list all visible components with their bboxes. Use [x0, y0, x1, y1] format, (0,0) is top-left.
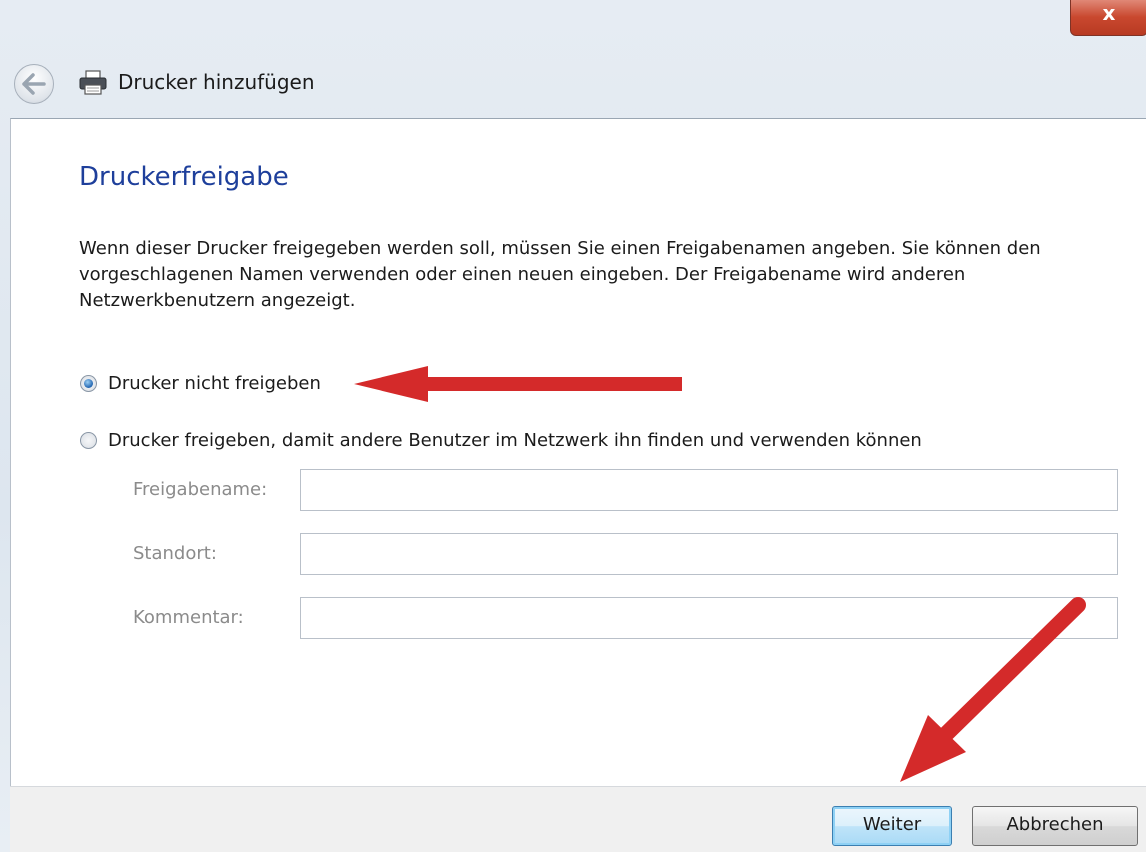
option-share-label: Drucker freigeben, damit andere Benutzer…: [108, 430, 922, 451]
next-button[interactable]: Weiter: [832, 806, 952, 846]
wizard-content-panel: [10, 118, 1146, 787]
back-arrow-icon: [22, 73, 46, 95]
comment-label: Kommentar:: [133, 607, 244, 628]
share-name-label: Freigabename:: [133, 479, 268, 500]
radio-no-share[interactable]: [80, 375, 97, 392]
back-button[interactable]: [14, 64, 54, 104]
option-share[interactable]: Drucker freigeben, damit andere Benutzer…: [80, 430, 922, 451]
option-no-share[interactable]: Drucker nicht freigeben: [80, 373, 321, 394]
printer-icon: [79, 70, 107, 95]
page-description: Wenn dieser Drucker freigegeben werden s…: [79, 238, 1041, 311]
share-name-input[interactable]: [300, 469, 1118, 511]
location-label: Standort:: [133, 543, 217, 564]
option-no-share-label: Drucker nicht freigeben: [108, 373, 321, 394]
page-heading: Druckerfreigabe: [79, 162, 289, 192]
window-title: Drucker hinzufügen: [118, 70, 315, 94]
comment-input[interactable]: [300, 597, 1118, 639]
close-button[interactable]: x: [1070, 0, 1146, 36]
radio-share[interactable]: [80, 432, 97, 449]
add-printer-wizard-window: x Drucker hinzufügen Druckerfreigabe Wen…: [0, 0, 1146, 852]
location-input[interactable]: [300, 533, 1118, 575]
close-icon: x: [1102, 1, 1116, 25]
cancel-button[interactable]: Abbrechen: [972, 806, 1138, 846]
